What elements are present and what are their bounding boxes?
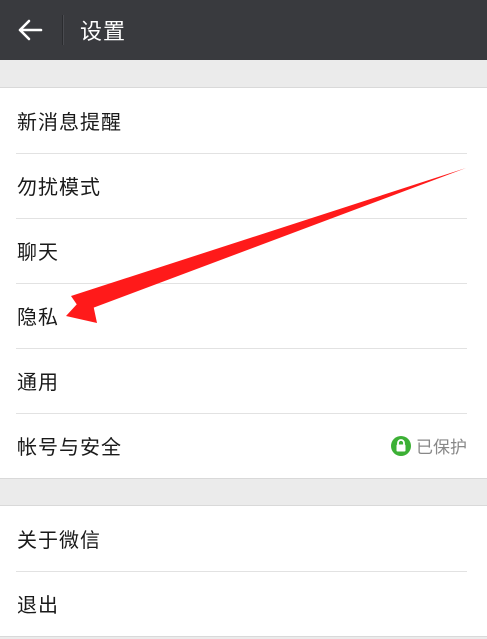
title-bar: 设置 bbox=[0, 0, 487, 60]
settings-item-account-security[interactable]: 帐号与安全 已保护 bbox=[0, 413, 487, 478]
settings-item-label: 通用 bbox=[17, 370, 59, 394]
settings-item-about-wechat[interactable]: 关于微信 bbox=[0, 506, 487, 571]
settings-item-label: 聊天 bbox=[17, 240, 59, 264]
header-divider bbox=[62, 15, 64, 45]
settings-item-label: 隐私 bbox=[17, 305, 59, 329]
settings-item-general[interactable]: 通用 bbox=[0, 348, 487, 413]
back-button[interactable] bbox=[0, 0, 60, 60]
page-title: 设置 bbox=[80, 20, 127, 45]
settings-item-chats[interactable]: 聊天 bbox=[0, 218, 487, 283]
status-badge: 已保护 bbox=[416, 438, 467, 458]
account-protection-status: 已保护 bbox=[391, 433, 467, 458]
settings-item-log-out[interactable]: 退出 bbox=[0, 571, 487, 636]
arrow-left-icon bbox=[18, 19, 43, 41]
settings-item-label: 退出 bbox=[17, 593, 59, 617]
settings-group-secondary: 关于微信 退出 bbox=[0, 505, 487, 637]
settings-item-do-not-disturb[interactable]: 勿扰模式 bbox=[0, 153, 487, 218]
settings-item-label: 帐号与安全 bbox=[17, 435, 122, 459]
settings-group-main: 新消息提醒 勿扰模式 聊天 隐私 通用 帐号与安全 已保护 bbox=[0, 87, 487, 479]
settings-item-privacy[interactable]: 隐私 bbox=[0, 283, 487, 348]
settings-item-label: 关于微信 bbox=[17, 528, 101, 552]
settings-item-label: 新消息提醒 bbox=[17, 110, 122, 134]
settings-item-new-message-alerts[interactable]: 新消息提醒 bbox=[0, 88, 487, 153]
lock-icon bbox=[391, 435, 411, 456]
settings-item-label: 勿扰模式 bbox=[17, 175, 101, 199]
